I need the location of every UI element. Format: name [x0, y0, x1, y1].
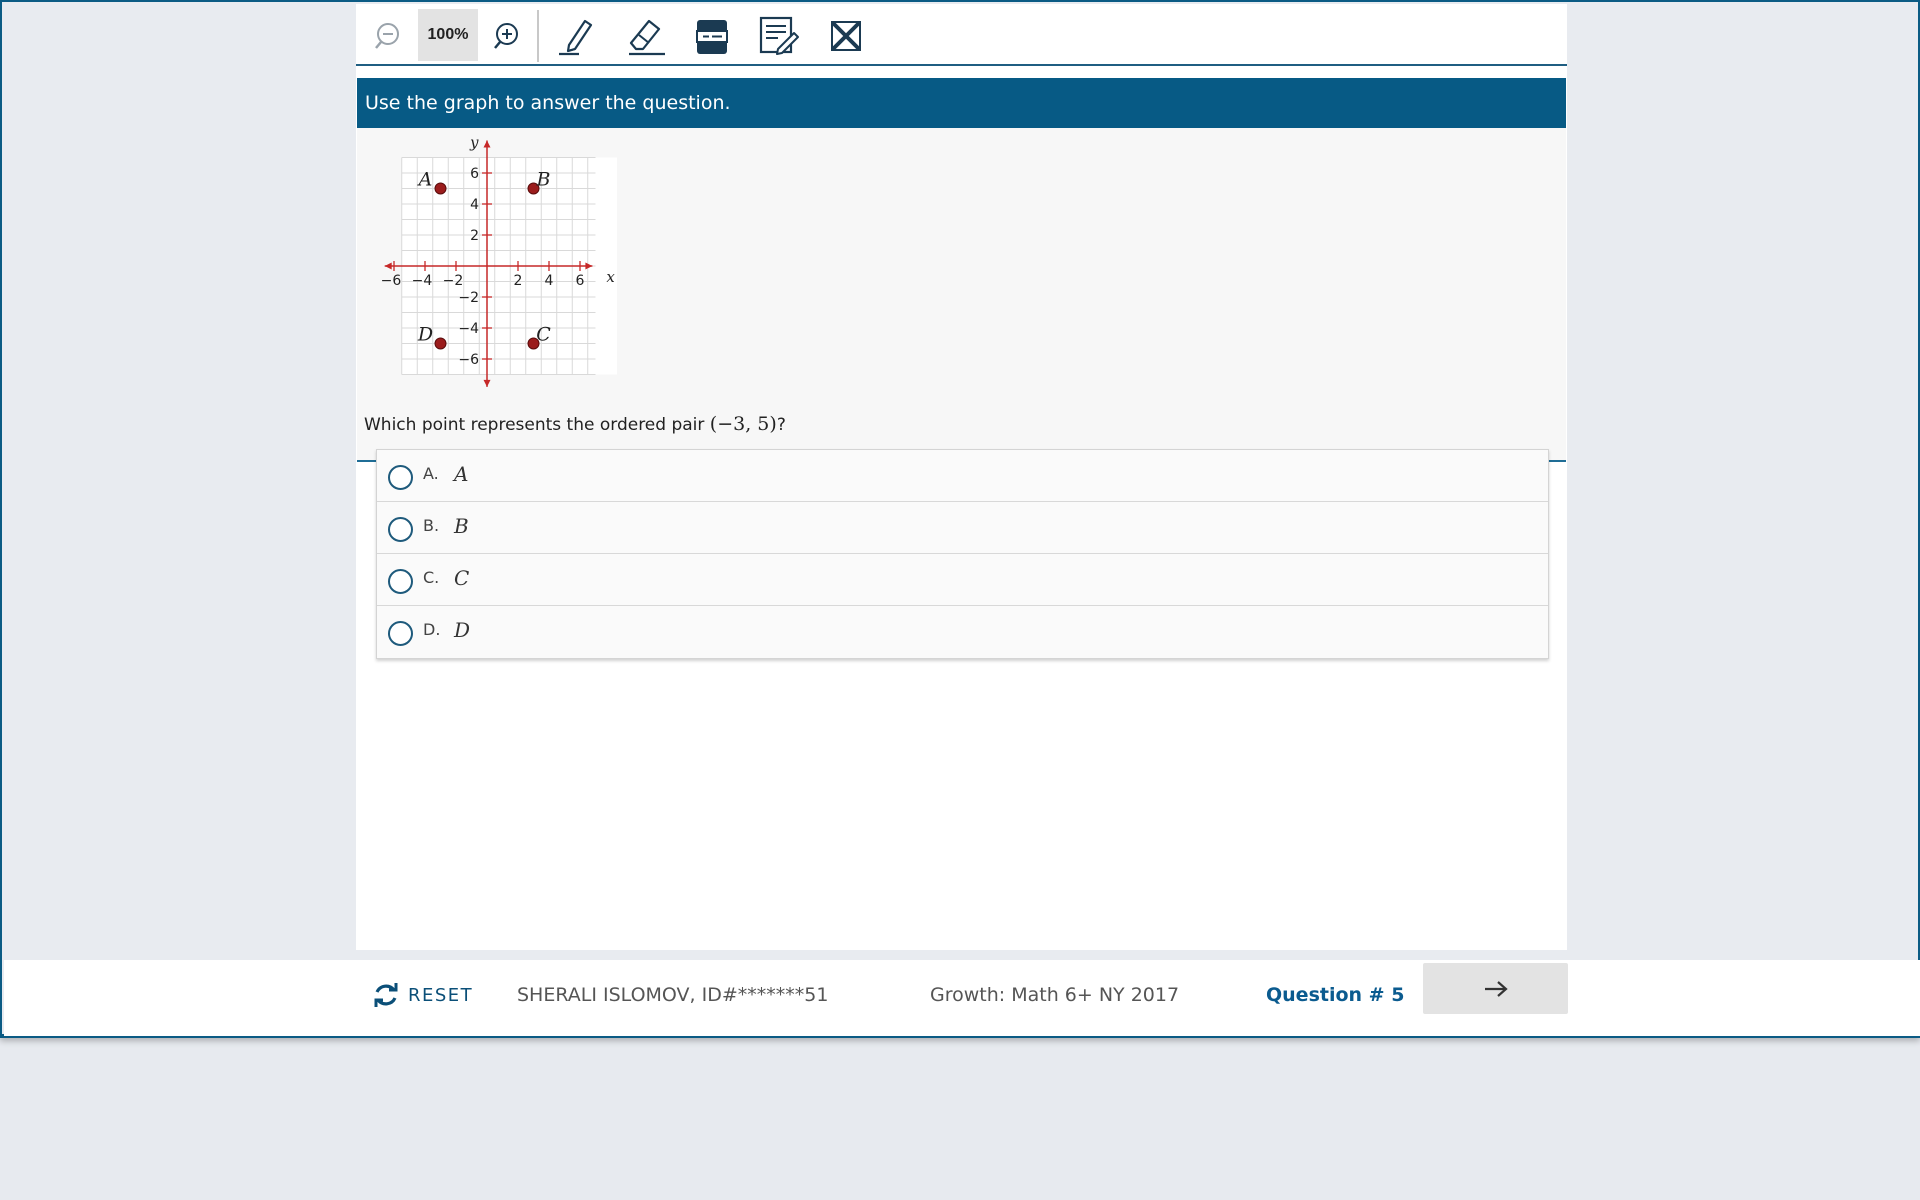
- notepad-button[interactable]: [754, 10, 804, 62]
- next-button[interactable]: [1423, 963, 1568, 1014]
- y-tick-label: −2: [458, 290, 479, 306]
- question-suffix: ?: [776, 415, 786, 435]
- point-label-d: D: [417, 324, 433, 346]
- x-axis-label: x: [606, 268, 615, 286]
- notepad-icon: [759, 16, 799, 55]
- reset-button[interactable]: RESET: [372, 970, 482, 1020]
- choice-b[interactable]: B. B: [377, 502, 1548, 554]
- radio-button[interactable]: [388, 621, 413, 646]
- choice-c[interactable]: C. C: [377, 554, 1548, 606]
- x-tick-label: 4: [545, 273, 554, 289]
- y-tick-label: 6: [470, 166, 479, 182]
- question-panel: Use the graph to answer the question. −6…: [356, 66, 1567, 950]
- zoom-out-icon: [375, 23, 399, 49]
- answer-eliminator-button[interactable]: [822, 10, 870, 62]
- app-window: 100% Use the graph to answer the questio…: [0, 0, 1920, 1038]
- answer-choices: A. A B. B C. C D. D: [376, 449, 1549, 659]
- radio-button[interactable]: [388, 569, 413, 594]
- x-tick-label: 2: [514, 273, 523, 289]
- point-d: [434, 337, 447, 350]
- eraser-button[interactable]: [620, 10, 672, 62]
- y-axis-arrow: [483, 140, 491, 148]
- footer-bar: RESET SHERALI ISLOMOV, ID#*******51 Grow…: [4, 960, 1920, 1036]
- toolbar: 100%: [356, 4, 1567, 66]
- point-a: [434, 182, 447, 195]
- y-tick-label: −4: [458, 321, 479, 337]
- zoom-in-icon: [494, 23, 518, 49]
- x-axis-arrow: [384, 262, 392, 270]
- question-number: Question # 5: [1266, 984, 1405, 1006]
- x-tick-label: −6: [381, 273, 402, 289]
- radio-button[interactable]: [388, 517, 413, 542]
- y-tick-label: 4: [470, 197, 479, 213]
- zoom-out-button[interactable]: [366, 10, 410, 62]
- question-ordered-pair: (−3, 5): [709, 413, 777, 435]
- instruction-banner: Use the graph to answer the question.: [357, 78, 1566, 128]
- question-text: Which point represents the ordered pair: [364, 415, 710, 435]
- refresh-icon: [374, 983, 398, 1007]
- choice-value: B: [454, 514, 469, 538]
- x-tick-label: −4: [412, 273, 433, 289]
- line-reader-icon: [696, 20, 728, 54]
- choice-letter: B.: [423, 516, 440, 535]
- line-reader-button[interactable]: [688, 10, 736, 62]
- student-info: SHERALI ISLOMOV, ID#*******51: [517, 984, 829, 1006]
- y-tick-label: 2: [470, 228, 479, 244]
- reset-label: RESET: [408, 984, 474, 1006]
- y-tick-label: −6: [458, 352, 479, 368]
- highlighter-button[interactable]: [552, 10, 602, 62]
- zoom-level: 100%: [418, 9, 478, 61]
- question-prompt: Which point represents the ordered pair …: [364, 409, 786, 439]
- point-label-b: B: [536, 169, 551, 191]
- choice-value: D: [454, 618, 471, 642]
- test-name: Growth: Math 6+ NY 2017: [930, 984, 1180, 1006]
- choice-letter: D.: [423, 620, 441, 639]
- choice-d[interactable]: D. D: [377, 606, 1548, 658]
- highlighter-icon: [559, 19, 593, 56]
- x-tick-label: −2: [443, 273, 464, 289]
- arrow-right-icon: [1484, 980, 1508, 997]
- answer-eliminator-icon: [831, 21, 861, 51]
- zoom-in-button[interactable]: [482, 10, 530, 62]
- point-label-a: A: [417, 169, 433, 191]
- choice-letter: A.: [423, 464, 439, 483]
- point-label-c: C: [536, 324, 551, 346]
- eraser-icon: [629, 19, 665, 56]
- y-axis-label: y: [469, 134, 479, 152]
- x-tick-label: 6: [576, 273, 585, 289]
- toolbar-divider: [537, 10, 539, 62]
- choice-a[interactable]: A. A: [377, 450, 1548, 502]
- choice-value: A: [454, 462, 469, 486]
- choice-letter: C.: [423, 568, 440, 587]
- choice-value: C: [454, 566, 470, 590]
- y-axis-arrow: [483, 379, 491, 387]
- radio-button[interactable]: [388, 465, 413, 490]
